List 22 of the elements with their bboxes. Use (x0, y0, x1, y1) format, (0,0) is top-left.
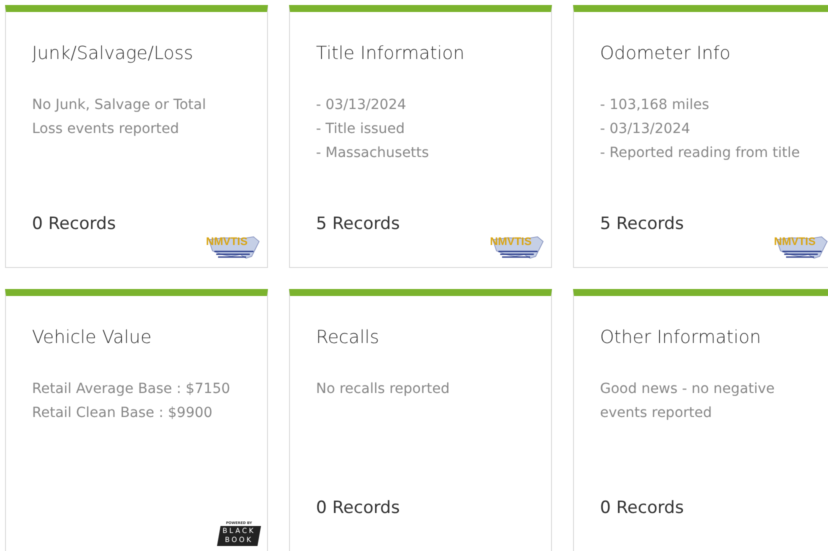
records-count: 5 Records (316, 214, 400, 234)
card-title: Other Information (600, 326, 762, 350)
records-count: 0 Records (600, 498, 684, 518)
card-text: - 103,168 miles (600, 96, 710, 115)
card-title: Odometer Info (600, 42, 732, 66)
records-count: 0 Records (32, 214, 116, 234)
card-title: Title Information (316, 42, 466, 66)
records-count: 0 Records (316, 498, 400, 518)
card-text: - Massachusetts (316, 144, 430, 163)
card-text: - 03/13/2024 (600, 120, 692, 139)
card-text: Retail Average Base : $7150 (32, 380, 232, 399)
card-text: Retail Clean Base : $9900 (32, 404, 214, 423)
card-title: Recalls (316, 326, 380, 350)
card-text: - Title issued (316, 120, 406, 139)
card-text: Good news - no negative events reported (600, 380, 776, 423)
card-text: - Reported reading from title (600, 144, 801, 163)
card-text: - 03/13/2024 (316, 96, 408, 115)
records-count: 5 Records (600, 214, 684, 234)
card-title: Junk/Salvage/Loss (32, 42, 194, 66)
card-text: No recalls reported (316, 380, 451, 399)
card-title: Vehicle Value (32, 326, 153, 350)
card-text: No Junk, Salvage or Total Loss events reported (32, 96, 208, 139)
